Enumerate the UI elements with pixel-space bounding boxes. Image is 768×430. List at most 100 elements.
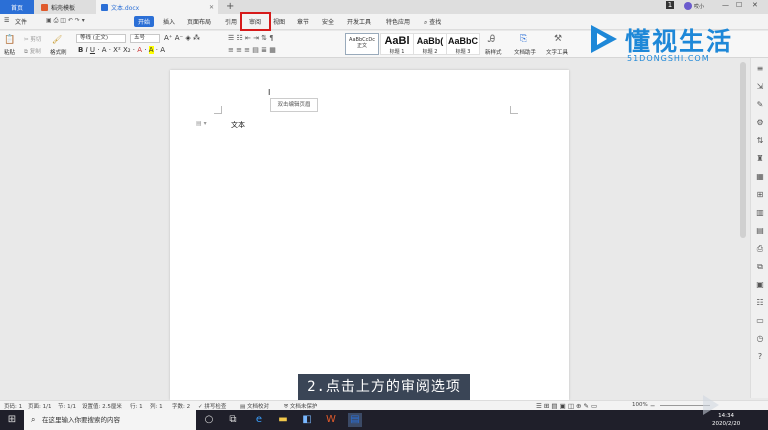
menu-search[interactable]: ⌕ 查找	[424, 17, 441, 27]
font-grow-icon[interactable]: A⁺ A⁻ ◈ ⁂	[164, 34, 200, 42]
avatar	[684, 2, 692, 10]
style-normal[interactable]: AaBbCcDc 正文	[345, 33, 379, 55]
cortana-icon[interactable]: ○	[202, 413, 216, 427]
store-icon[interactable]: ◧	[300, 413, 314, 427]
close-tab-icon[interactable]: ✕	[209, 4, 214, 11]
paragraph-handle-icon[interactable]: ▤ ▾	[196, 120, 207, 127]
sidebar-apps-icon[interactable]: ⊞	[755, 190, 765, 200]
sidebar-settings-icon[interactable]: ⚙	[755, 118, 765, 128]
sidebar-adjust-icon[interactable]: ⇅	[755, 136, 765, 146]
sidebar-copy-icon[interactable]: ⧉	[755, 262, 765, 272]
play-logo-icon	[591, 25, 617, 53]
format-painter-button[interactable]: 格式刷	[50, 48, 67, 56]
sidebar-select-icon[interactable]: ⇲	[755, 82, 765, 92]
spell-check-button[interactable]: ✓ 拼写检查	[198, 402, 226, 410]
paste-button[interactable]: 粘贴	[4, 48, 15, 56]
system-clock[interactable]: 14:34 2020/2/20	[712, 412, 740, 428]
sidebar-doc-icon[interactable]: ⎙	[755, 244, 765, 254]
menu-page-layout[interactable]: 页面布局	[187, 17, 211, 26]
new-tab-button[interactable]: +	[226, 1, 234, 12]
task-view-icon[interactable]: ⧉	[226, 413, 240, 427]
zoom-level[interactable]: 100%	[632, 402, 648, 408]
menu-references[interactable]: 引用	[225, 17, 237, 26]
menu-icon[interactable]: ☰	[4, 17, 9, 24]
sidebar-share-icon[interactable]: ♜	[755, 154, 765, 164]
quick-access-toolbar[interactable]: ▣ ⎙ ◫ ↶ ↷ ▾	[46, 17, 85, 25]
document-body-text[interactable]: 文本	[231, 120, 245, 130]
style-heading3[interactable]: AaBbC 标题 3	[446, 33, 480, 55]
paragraph-buttons[interactable]: ☰ ☷ ⇤ ⇥ ⇅ ¶	[228, 34, 274, 42]
view-mode-buttons[interactable]: ☰ ⊞ ▤ ▣ ◫ ⊕ ✎ ▭	[536, 402, 597, 410]
style-heading2[interactable]: AaBb( 标题 2	[413, 33, 447, 55]
sidebar-image-icon[interactable]: ▣	[755, 280, 765, 290]
tab-template[interactable]: 稻壳模板	[36, 0, 94, 14]
text-format-buttons[interactable]: B I U · A · X² X₂ · A · A · A	[78, 46, 165, 54]
edge-browser-icon[interactable]: e	[252, 413, 266, 427]
zoom-out-icon[interactable]: −	[650, 402, 655, 410]
scissors-icon: ✂	[24, 37, 29, 43]
cut-button[interactable]: ✂ 剪切	[24, 35, 41, 43]
style-heading1[interactable]: AaBl 标题 1	[380, 33, 414, 55]
sidebar-table-icon[interactable]: ▦	[755, 172, 765, 182]
font-name-select[interactable]: 等线 (正文)	[76, 34, 126, 43]
wps-writer-icon[interactable]: ▤	[348, 413, 362, 427]
status-col: 列: 1	[150, 404, 163, 410]
menu-view[interactable]: 视图	[273, 17, 285, 26]
style-label: 标题 3	[455, 49, 471, 55]
copy-icon: ⧉	[24, 49, 28, 55]
paste-icon[interactable]: 📋	[4, 35, 15, 45]
maximize-icon[interactable]: ☐	[736, 1, 742, 9]
menu-security[interactable]: 安全	[322, 17, 334, 26]
sidebar-card-icon[interactable]: ▭	[755, 316, 765, 326]
tab-home[interactable]: 首页	[0, 0, 34, 14]
user-area[interactable]: 哎小	[684, 2, 704, 10]
windows-start-icon[interactable]: ⊞	[5, 413, 19, 427]
brand-logo: 懂视生活 51DONGSHI.COM	[587, 18, 747, 70]
alignment-buttons[interactable]: ≡ ≡ ≡ ▤ ≣ ▦	[228, 46, 276, 54]
new-style-icon: Ꭿ	[488, 34, 496, 45]
menu-start[interactable]: 开始	[134, 16, 155, 27]
sidebar-grid-icon[interactable]: ▤	[755, 226, 765, 236]
doc-compare-button[interactable]: ▤ 文档校对	[240, 402, 269, 410]
sidebar-help-icon[interactable]: ?	[755, 352, 765, 362]
brush-icon: 🖌	[52, 35, 63, 44]
menu-chapter[interactable]: 章节	[297, 17, 309, 26]
wps-icon[interactable]: W	[324, 413, 338, 427]
minimize-icon[interactable]: —	[722, 1, 729, 9]
clock-time: 14:34	[718, 413, 735, 419]
status-bar: 页码: 1 页面: 1/1 节: 1/1 设置值: 2.5厘米 行: 1 列: …	[0, 400, 768, 410]
menu-features[interactable]: 特色应用	[386, 17, 410, 26]
copy-label: 复制	[29, 49, 41, 55]
doc-assistant-icon: ⎘	[520, 34, 528, 44]
word-doc-icon	[101, 3, 108, 11]
tab-document[interactable]: 文本.docx ✕	[96, 0, 218, 14]
font-size-select[interactable]: 五号	[130, 34, 160, 43]
menu-file[interactable]: 文件	[15, 17, 27, 26]
style-preview: AaBb(	[416, 36, 444, 46]
new-style-button[interactable]: 新样式	[485, 48, 502, 56]
right-sidebar: ≡ ⇲ ✎ ⚙ ⇅ ♜ ▦ ⊞ ▥ ▤ ⎙ ⧉ ▣ ☷ ▭ ◷ ?	[750, 58, 768, 398]
user-name: 哎小	[694, 3, 705, 10]
status-pages: 页面: 1/1	[28, 404, 52, 410]
copy-button[interactable]: ⧉ 复制	[24, 47, 41, 56]
taskbar-search[interactable]: ⌕ 在这里输入你要搜索的内容	[24, 410, 196, 430]
sidebar-collapse-icon[interactable]: ≡	[755, 64, 765, 74]
file-explorer-icon[interactable]: ▬	[276, 413, 290, 427]
sidebar-pen-icon[interactable]: ✎	[755, 100, 765, 110]
vertical-scrollbar[interactable]	[740, 62, 746, 238]
style-label: 标题 1	[389, 49, 405, 55]
header-tooltip: 双击编辑页眉	[270, 98, 318, 112]
style-preview: AaBl	[384, 35, 410, 47]
text-tools-button[interactable]: 文字工具	[546, 48, 568, 56]
highlight-box	[240, 12, 271, 31]
close-window-icon[interactable]: ✕	[752, 1, 758, 9]
badge-icon[interactable]: 1	[666, 1, 674, 9]
sidebar-list-icon[interactable]: ☷	[755, 298, 765, 308]
doc-assistant-button[interactable]: 文档助手	[514, 48, 536, 56]
sidebar-clock-icon[interactable]: ◷	[755, 334, 765, 344]
menu-insert[interactable]: 插入	[163, 17, 175, 26]
menu-developer[interactable]: 开发工具	[347, 17, 371, 26]
tab-template-label: 稻壳模板	[51, 4, 76, 12]
document-page[interactable]	[170, 70, 569, 400]
sidebar-chart-icon[interactable]: ▥	[755, 208, 765, 218]
